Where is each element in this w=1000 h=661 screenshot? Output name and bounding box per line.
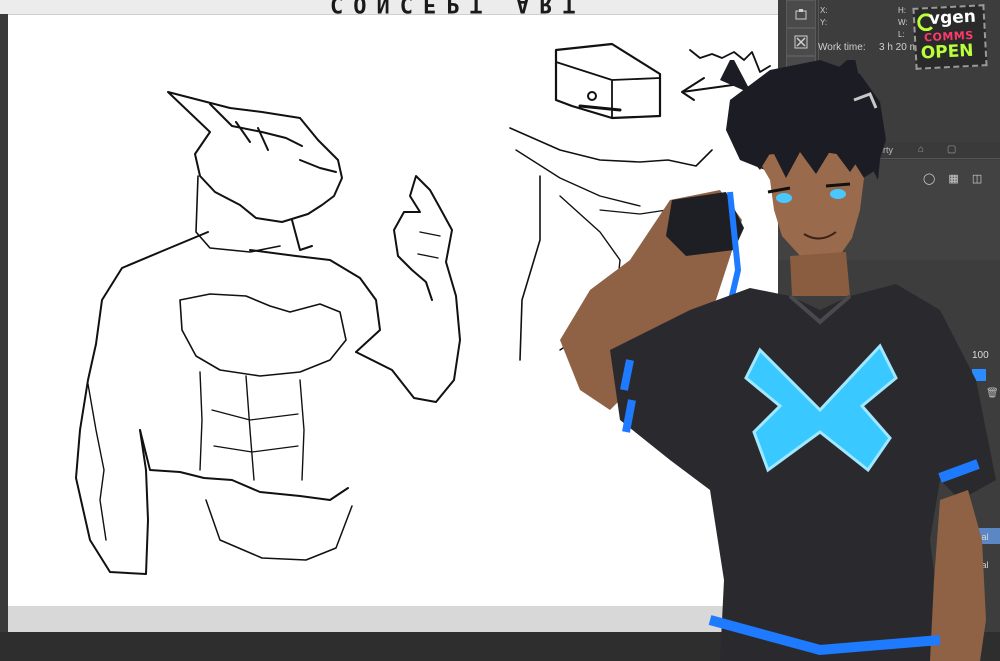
hand-sketch	[355, 175, 461, 403]
work-time-value: 3 h 20 m	[879, 42, 918, 53]
close-icon[interactable]	[786, 28, 816, 56]
streamer-avatar	[560, 60, 996, 661]
badge-brand: vgen	[928, 6, 977, 30]
work-time-label: Work time:	[818, 42, 866, 53]
y-label: Y:	[820, 18, 828, 27]
x-label: X:	[820, 6, 828, 15]
left-cat-ear	[720, 60, 752, 94]
w-label: W:	[898, 18, 908, 27]
dragon-head-sketch	[167, 91, 343, 223]
l-label: L:	[898, 30, 905, 39]
camera-icon[interactable]	[786, 0, 816, 28]
dragon-torso-sketch	[75, 231, 209, 575]
h-label: H:	[898, 6, 906, 15]
